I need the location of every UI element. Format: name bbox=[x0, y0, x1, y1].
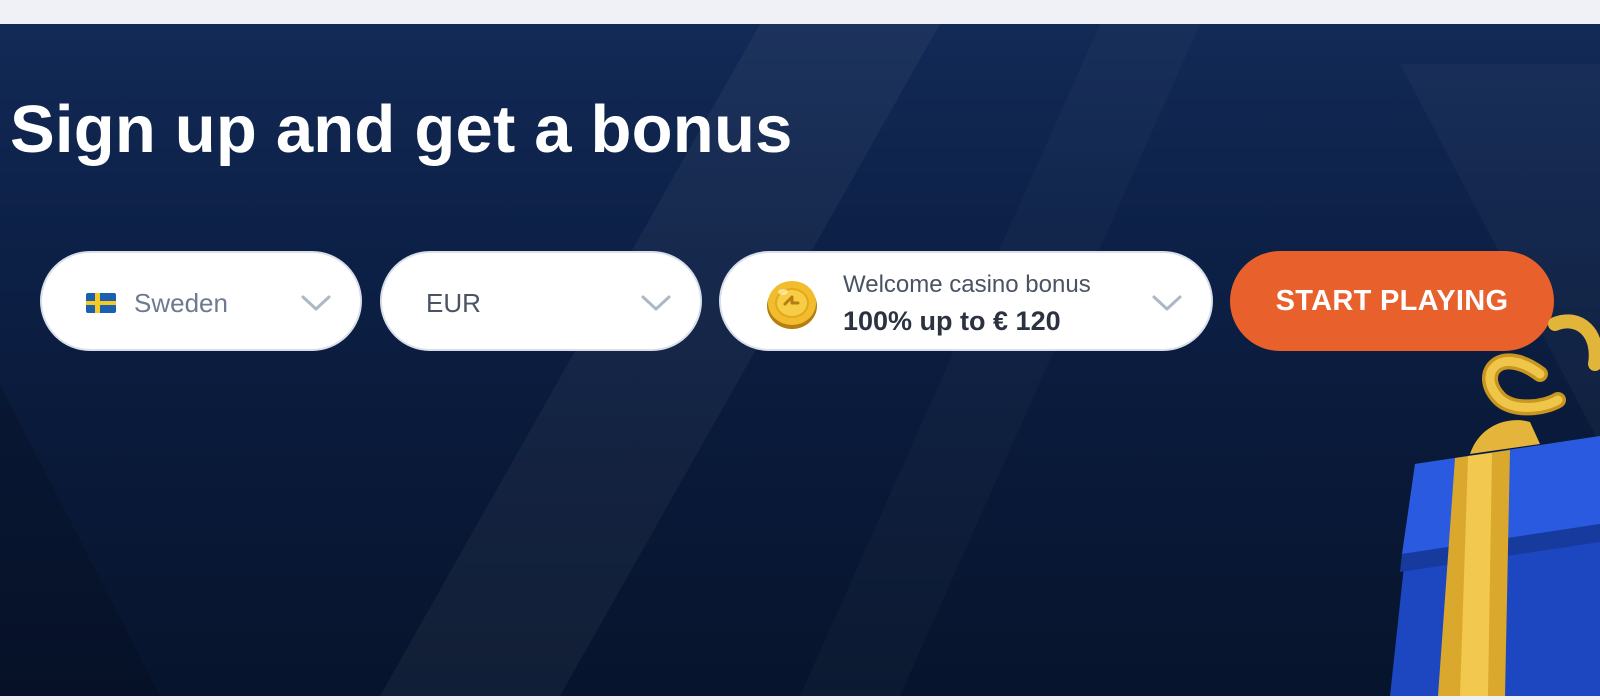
bottom-strip bbox=[0, 696, 1600, 700]
gift-box-icon bbox=[1390, 314, 1600, 696]
chevron-down-icon bbox=[640, 293, 672, 313]
bonus-label: Welcome casino bonus bbox=[843, 271, 1091, 298]
country-select[interactable]: Sweden bbox=[40, 251, 362, 351]
sweden-flag-icon bbox=[86, 293, 116, 313]
bonus-select[interactable]: Welcome casino bonus 100% up to € 120 bbox=[719, 251, 1213, 351]
top-strip bbox=[0, 0, 1600, 24]
coin-icon bbox=[765, 277, 819, 331]
signup-banner: Sign up and get a bonus Sweden EUR Welco… bbox=[0, 24, 1600, 696]
bonus-value: 100% up to € 120 bbox=[843, 306, 1061, 336]
country-value: Sweden bbox=[134, 288, 228, 318]
page-title: Sign up and get a bonus bbox=[10, 92, 793, 167]
chevron-down-icon bbox=[300, 293, 332, 313]
currency-select[interactable]: EUR bbox=[380, 251, 702, 351]
chevron-down-icon bbox=[1151, 293, 1183, 313]
currency-value: EUR bbox=[426, 288, 481, 318]
